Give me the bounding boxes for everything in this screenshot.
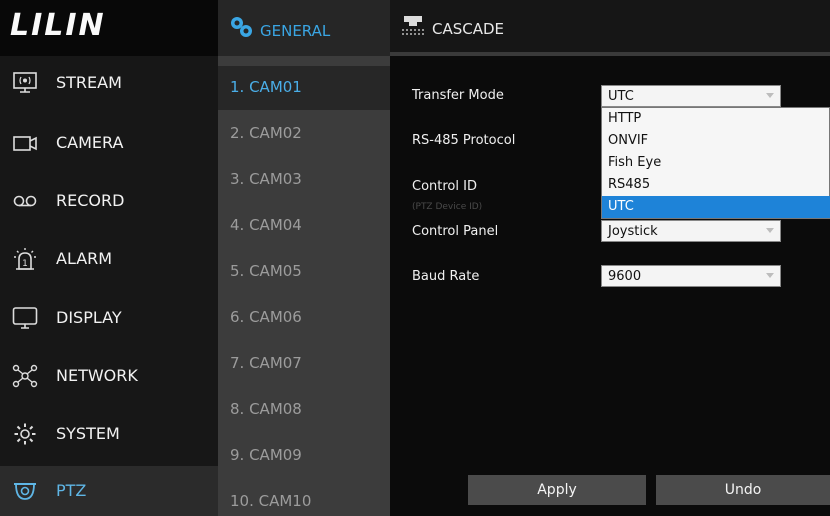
camera-item-label: 6. CAM06 — [230, 308, 302, 326]
sidebar-item-record[interactable]: RECORD — [0, 176, 218, 226]
undo-button[interactable]: Undo — [656, 475, 830, 505]
settings-panel: CASCADE Transfer Mode UTC RS-485 Protoco… — [390, 0, 830, 516]
camera-item[interactable]: 1. CAM01 — [218, 66, 390, 110]
sidebar-item-ptz[interactable]: PTZ — [0, 466, 218, 516]
transfer-mode-value: UTC — [608, 89, 634, 104]
logo-text: LILIN — [10, 8, 106, 43]
camera-item-label: 5. CAM05 — [230, 262, 302, 280]
baud-rate-value: 9600 — [608, 269, 642, 284]
camera-item-label: 8. CAM08 — [230, 400, 302, 418]
dropdown-option[interactable]: HTTP — [602, 108, 830, 130]
tab-general-label: GENERAL — [260, 22, 331, 40]
transfer-mode-label: Transfer Mode — [412, 88, 504, 103]
network-icon — [12, 364, 38, 388]
sidebar-item-label: ALARM — [56, 249, 113, 268]
camera-item[interactable]: 10. CAM10 — [218, 480, 390, 516]
camera-item[interactable]: 6. CAM06 — [218, 296, 390, 340]
camera-item[interactable]: 8. CAM08 — [218, 388, 390, 432]
dropdown-option-selected[interactable]: UTC — [602, 196, 830, 218]
transfer-mode-select[interactable]: UTC — [601, 85, 781, 107]
control-panel-select[interactable]: Joystick — [601, 220, 781, 242]
app-window: LILIN STREAM CAMERA RECORD 1 ALARM DISPL… — [0, 0, 830, 516]
camera-list: GENERAL 1. CAM01 2. CAM02 3. CAM03 4. CA… — [218, 0, 390, 516]
gears-icon — [231, 17, 252, 37]
camera-item-label: 2. CAM02 — [230, 124, 302, 142]
camera-item[interactable]: 9. CAM09 — [218, 434, 390, 478]
svg-text:1: 1 — [22, 259, 28, 269]
chevron-down-icon — [766, 228, 774, 233]
camera-item[interactable]: 3. CAM03 — [218, 158, 390, 202]
dropdown-option-label: Fish Eye — [608, 155, 662, 170]
sidebar-item-label: DISPLAY — [56, 308, 122, 327]
apply-button[interactable]: Apply — [468, 475, 646, 505]
chevron-down-icon — [766, 93, 774, 98]
camera-item-label: 10. CAM10 — [230, 492, 312, 510]
sidebar-item-label: PTZ — [56, 481, 87, 500]
cascade-icon — [402, 16, 424, 35]
ptz-camera-icon — [14, 483, 36, 500]
sidebar-item-stream[interactable]: STREAM — [0, 58, 218, 108]
transfer-mode-dropdown: HTTP ONVIF Fish Eye RS485 UTC — [601, 107, 830, 219]
tab-general[interactable]: GENERAL — [218, 0, 390, 56]
gear-icon — [14, 423, 36, 445]
dropdown-option-label: HTTP — [608, 111, 642, 126]
sidebar-item-label: RECORD — [56, 191, 125, 210]
camera-item-label: 1. CAM01 — [230, 78, 302, 96]
alarm-icon: 1 — [14, 248, 36, 270]
dropdown-option-label: RS485 — [608, 177, 651, 192]
baud-rate-select[interactable]: 9600 — [601, 265, 781, 287]
tab-cascade[interactable]: CASCADE — [390, 0, 830, 56]
sidebar-item-alarm[interactable]: 1 ALARM — [0, 234, 218, 284]
control-id-label: Control ID — [412, 179, 477, 194]
chevron-down-icon — [766, 273, 774, 278]
display-icon — [12, 307, 38, 329]
camera-item[interactable]: 7. CAM07 — [218, 342, 390, 386]
camera-item[interactable]: 5. CAM05 — [218, 250, 390, 294]
sidebar-item-label: CAMERA — [56, 133, 124, 152]
camera-item[interactable]: 2. CAM02 — [218, 112, 390, 156]
camera-item[interactable]: 4. CAM04 — [218, 204, 390, 248]
dropdown-option-label: ONVIF — [608, 133, 649, 148]
sidebar-item-network[interactable]: NETWORK — [0, 351, 218, 401]
control-panel-value: Joystick — [608, 224, 658, 239]
camera-item-label: 7. CAM07 — [230, 354, 302, 372]
sidebar-item-label: SYSTEM — [56, 424, 120, 443]
sidebar-item-label: NETWORK — [56, 366, 138, 385]
logo: LILIN — [0, 0, 218, 56]
camera-item-label: 9. CAM09 — [230, 446, 302, 464]
record-icon — [13, 195, 37, 207]
camera-icon — [13, 136, 37, 151]
camera-item-label: 4. CAM04 — [230, 216, 302, 234]
sidebar-item-display[interactable]: DISPLAY — [0, 293, 218, 343]
control-id-sublabel: (PTZ Device ID) — [412, 202, 483, 212]
rs485-protocol-label: RS-485 Protocol — [412, 133, 516, 148]
camera-item-label: 3. CAM03 — [230, 170, 302, 188]
dropdown-option[interactable]: ONVIF — [602, 130, 830, 152]
dropdown-option[interactable]: RS485 — [602, 174, 830, 196]
sidebar: LILIN STREAM CAMERA RECORD 1 ALARM DISPL… — [0, 0, 218, 516]
sidebar-item-label: STREAM — [56, 73, 122, 92]
sidebar-item-camera[interactable]: CAMERA — [0, 118, 218, 168]
tab-cascade-label: CASCADE — [432, 20, 505, 38]
control-panel-label: Control Panel — [412, 224, 499, 239]
sidebar-item-system[interactable]: SYSTEM — [0, 409, 218, 459]
baud-rate-label: Baud Rate — [412, 269, 480, 284]
stream-icon — [13, 72, 37, 93]
dropdown-option[interactable]: Fish Eye — [602, 152, 830, 174]
dropdown-option-label: UTC — [608, 199, 634, 214]
